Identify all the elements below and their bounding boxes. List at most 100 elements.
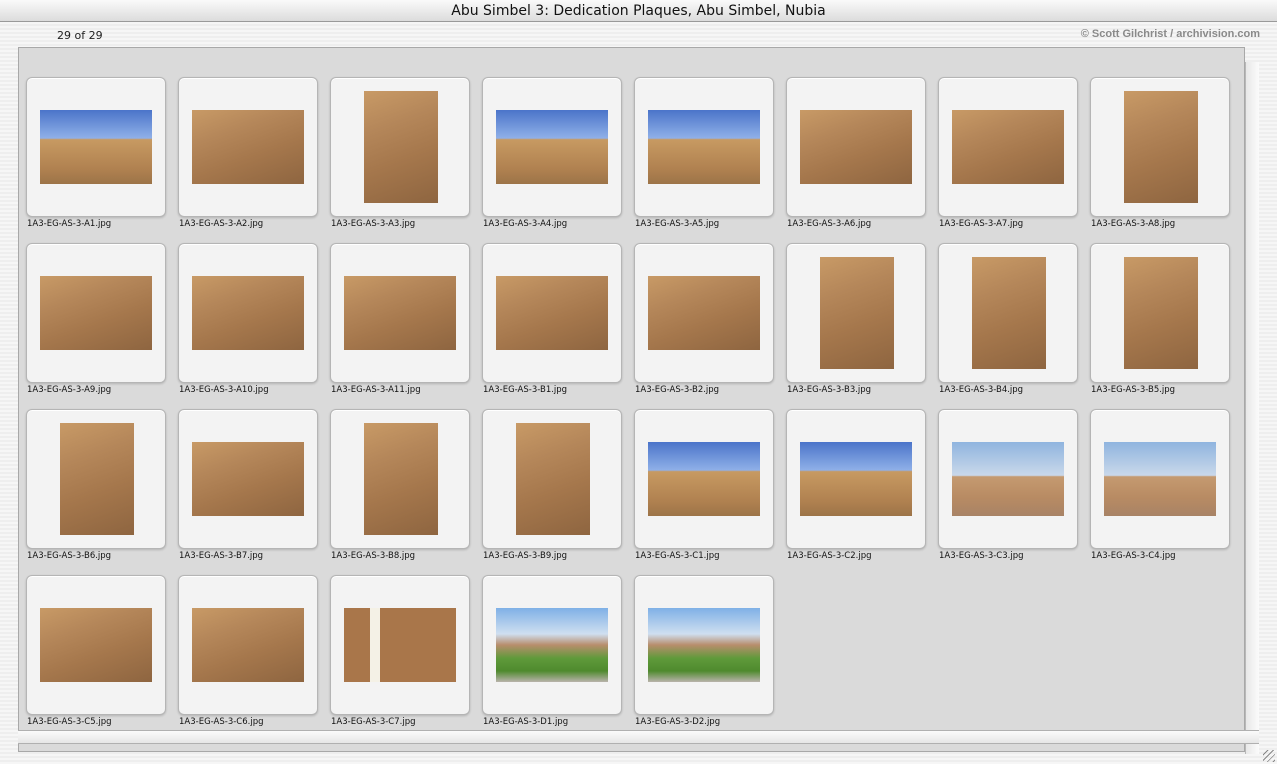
thumbnail-frame[interactable]	[938, 77, 1078, 217]
thumbnail-item[interactable]: 1A3-EG-AS-3-A6.jpg	[786, 77, 926, 241]
thumbnail-image[interactable]	[1104, 442, 1216, 516]
thumbnail-item[interactable]: 1A3-EG-AS-3-A2.jpg	[178, 77, 318, 241]
thumbnail-image[interactable]	[60, 423, 134, 535]
thumbnail-frame[interactable]	[330, 575, 470, 715]
thumbnail-image[interactable]	[364, 423, 438, 535]
thumbnail-image[interactable]	[648, 110, 760, 184]
thumbnail-item[interactable]: 1A3-EG-AS-3-B6.jpg	[26, 409, 166, 573]
thumbnail-image[interactable]	[972, 257, 1046, 369]
thumbnail-frame[interactable]	[938, 409, 1078, 549]
thumbnail-frame[interactable]	[330, 77, 470, 217]
thumbnail-frame[interactable]	[1090, 409, 1230, 549]
horizontal-scrollbar[interactable]	[18, 730, 1259, 744]
thumbnail-frame[interactable]	[482, 243, 622, 383]
thumbnail-item[interactable]: 1A3-EG-AS-3-B3.jpg	[786, 243, 926, 407]
thumbnail-filename: 1A3-EG-AS-3-A8.jpg	[1091, 219, 1176, 229]
thumbnail-frame[interactable]	[26, 575, 166, 715]
thumbnail-item[interactable]: 1A3-EG-AS-3-C1.jpg	[634, 409, 774, 573]
thumbnail-image[interactable]	[364, 91, 438, 203]
thumbnail-frame[interactable]	[634, 77, 774, 217]
thumbnail-filename: 1A3-EG-AS-3-C6.jpg	[179, 717, 264, 727]
thumbnail-frame[interactable]	[634, 243, 774, 383]
thumbnail-frame[interactable]	[1090, 243, 1230, 383]
thumbnail-frame[interactable]	[26, 409, 166, 549]
thumbnail-image[interactable]	[496, 276, 608, 350]
copyright-text: © Scott Gilchrist / archivision.com	[1080, 28, 1260, 40]
thumbnail-frame[interactable]	[178, 409, 318, 549]
thumbnail-image[interactable]	[40, 276, 152, 350]
thumbnail-frame[interactable]	[178, 575, 318, 715]
thumbnail-image[interactable]	[516, 423, 590, 535]
thumbnail-image[interactable]	[952, 110, 1064, 184]
thumbnail-item[interactable]: 1A3-EG-AS-3-B5.jpg	[1090, 243, 1230, 407]
thumbnail-image[interactable]	[344, 276, 456, 350]
thumbnail-image[interactable]	[496, 110, 608, 184]
thumbnail-item[interactable]: 1A3-EG-AS-3-D2.jpg	[634, 575, 774, 739]
thumbnail-item[interactable]: 1A3-EG-AS-3-C7.jpg	[330, 575, 470, 739]
thumbnail-frame[interactable]	[482, 77, 622, 217]
resize-grip-icon[interactable]	[1263, 750, 1275, 762]
thumbnail-item[interactable]: 1A3-EG-AS-3-A8.jpg	[1090, 77, 1230, 241]
thumbnail-frame[interactable]	[178, 243, 318, 383]
thumbnail-frame[interactable]	[26, 77, 166, 217]
thumbnail-filename: 1A3-EG-AS-3-C5.jpg	[27, 717, 112, 727]
thumbnail-image[interactable]	[192, 276, 304, 350]
thumbnail-image[interactable]	[648, 608, 760, 682]
thumbnail-image[interactable]	[800, 442, 912, 516]
thumbnail-frame[interactable]	[330, 409, 470, 549]
thumbnail-item[interactable]: 1A3-EG-AS-3-B4.jpg	[938, 243, 1078, 407]
thumbnail-image[interactable]	[192, 110, 304, 184]
thumbnail-frame[interactable]	[938, 243, 1078, 383]
thumbnail-frame[interactable]	[1090, 77, 1230, 217]
thumbnail-filename: 1A3-EG-AS-3-C4.jpg	[1091, 551, 1176, 561]
thumbnail-image[interactable]	[40, 110, 152, 184]
thumbnail-frame[interactable]	[482, 409, 622, 549]
thumbnail-frame[interactable]	[786, 243, 926, 383]
thumbnail-frame[interactable]	[178, 77, 318, 217]
thumbnail-image[interactable]	[820, 257, 894, 369]
thumbnail-item[interactable]: 1A3-EG-AS-3-A9.jpg	[26, 243, 166, 407]
thumbnail-item[interactable]: 1A3-EG-AS-3-B2.jpg	[634, 243, 774, 407]
thumbnail-item[interactable]: 1A3-EG-AS-3-A10.jpg	[178, 243, 318, 407]
vertical-scrollbar[interactable]	[1245, 62, 1259, 754]
thumbnail-frame[interactable]	[634, 575, 774, 715]
thumbnail-item[interactable]: 1A3-EG-AS-3-C4.jpg	[1090, 409, 1230, 573]
thumbnail-image[interactable]	[1124, 257, 1198, 369]
thumbnail-frame[interactable]	[330, 243, 470, 383]
thumbnail-filename: 1A3-EG-AS-3-B9.jpg	[483, 551, 568, 561]
thumbnail-image[interactable]	[1124, 91, 1198, 203]
thumbnail-frame[interactable]	[482, 575, 622, 715]
thumbnail-image[interactable]	[192, 608, 304, 682]
thumbnail-frame[interactable]	[26, 243, 166, 383]
thumbnail-image[interactable]	[496, 608, 608, 682]
thumbnail-filename: 1A3-EG-AS-3-A5.jpg	[635, 219, 720, 229]
thumbnail-item[interactable]: 1A3-EG-AS-3-A11.jpg	[330, 243, 470, 407]
thumbnail-grid: 1A3-EG-AS-3-A1.jpg 1A3-EG-AS-3-A2.jpg 1A3-…	[18, 47, 1245, 752]
thumbnail-image[interactable]	[952, 442, 1064, 516]
thumbnail-frame[interactable]	[786, 77, 926, 217]
thumbnail-item[interactable]: 1A3-EG-AS-3-C2.jpg	[786, 409, 926, 573]
thumbnail-item[interactable]: 1A3-EG-AS-3-B9.jpg	[482, 409, 622, 573]
thumbnail-item[interactable]: 1A3-EG-AS-3-A3.jpg	[330, 77, 470, 241]
thumbnail-item[interactable]: 1A3-EG-AS-3-A4.jpg	[482, 77, 622, 241]
thumbnail-image[interactable]	[800, 110, 912, 184]
thumbnail-image[interactable]	[648, 276, 760, 350]
thumbnail-item[interactable]: 1A3-EG-AS-3-B7.jpg	[178, 409, 318, 573]
thumbnail-frame[interactable]	[634, 409, 774, 549]
thumbnail-item[interactable]: 1A3-EG-AS-3-C3.jpg	[938, 409, 1078, 573]
thumbnail-image[interactable]	[192, 442, 304, 516]
thumbnail-item[interactable]: 1A3-EG-AS-3-C5.jpg	[26, 575, 166, 739]
thumbnail-item[interactable]: 1A3-EG-AS-3-C6.jpg	[178, 575, 318, 739]
thumbnail-filename: 1A3-EG-AS-3-C7.jpg	[331, 717, 416, 727]
thumbnail-item[interactable]: 1A3-EG-AS-3-B1.jpg	[482, 243, 622, 407]
thumbnail-image[interactable]	[648, 442, 760, 516]
thumbnail-item[interactable]: 1A3-EG-AS-3-A5.jpg	[634, 77, 774, 241]
thumbnail-image[interactable]	[40, 608, 152, 682]
thumbnail-image[interactable]	[344, 608, 456, 682]
thumbnail-item[interactable]: 1A3-EG-AS-3-A1.jpg	[26, 77, 166, 241]
thumbnail-item[interactable]: 1A3-EG-AS-3-D1.jpg	[482, 575, 622, 739]
thumbnail-frame[interactable]	[786, 409, 926, 549]
thumbnail-filename: 1A3-EG-AS-3-B7.jpg	[179, 551, 264, 561]
thumbnail-item[interactable]: 1A3-EG-AS-3-B8.jpg	[330, 409, 470, 573]
thumbnail-item[interactable]: 1A3-EG-AS-3-A7.jpg	[938, 77, 1078, 241]
